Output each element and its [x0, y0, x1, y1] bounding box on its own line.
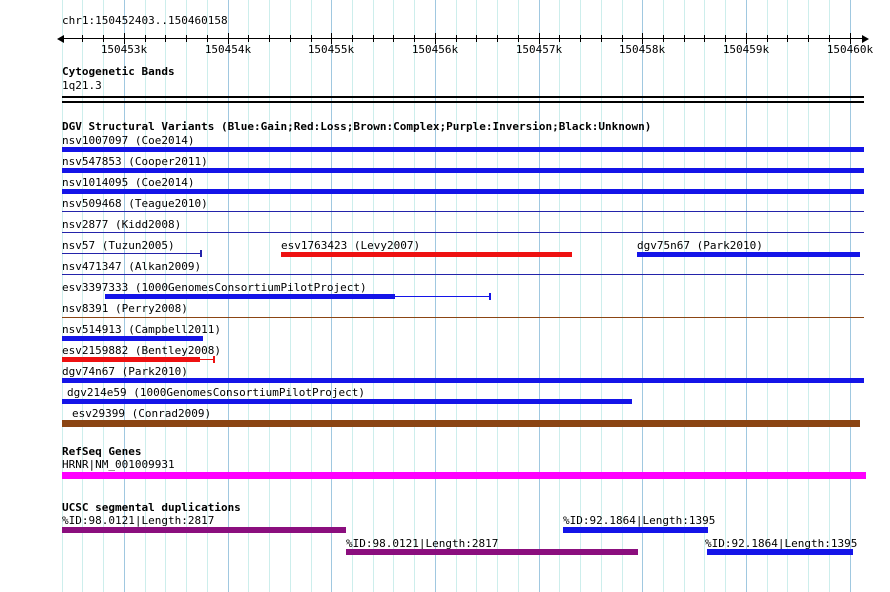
feature-bar-segdup-92-b[interactable] [707, 549, 853, 555]
segdup-track: %ID:98.0121|Length:2817 %ID:92.1864|Lengt… [0, 0, 890, 592]
feature-label-segdup-92-a[interactable]: %ID:92.1864|Length:1395 [563, 515, 715, 526]
feature-label-segdup-98-a[interactable]: %ID:98.0121|Length:2817 [62, 515, 214, 526]
genome-browser: 150453k 150454k 150455k 150456k 150457k 15045… [0, 0, 890, 592]
feature-label-segdup-98-b[interactable]: %ID:98.0121|Length:2817 [346, 538, 498, 549]
feature-bar-segdup-98-a[interactable] [62, 527, 346, 533]
feature-label-segdup-92-b[interactable]: %ID:92.1864|Length:1395 [705, 538, 857, 549]
feature-bar-segdup-92-a[interactable] [563, 527, 708, 533]
feature-bar-segdup-98-b[interactable] [346, 549, 638, 555]
